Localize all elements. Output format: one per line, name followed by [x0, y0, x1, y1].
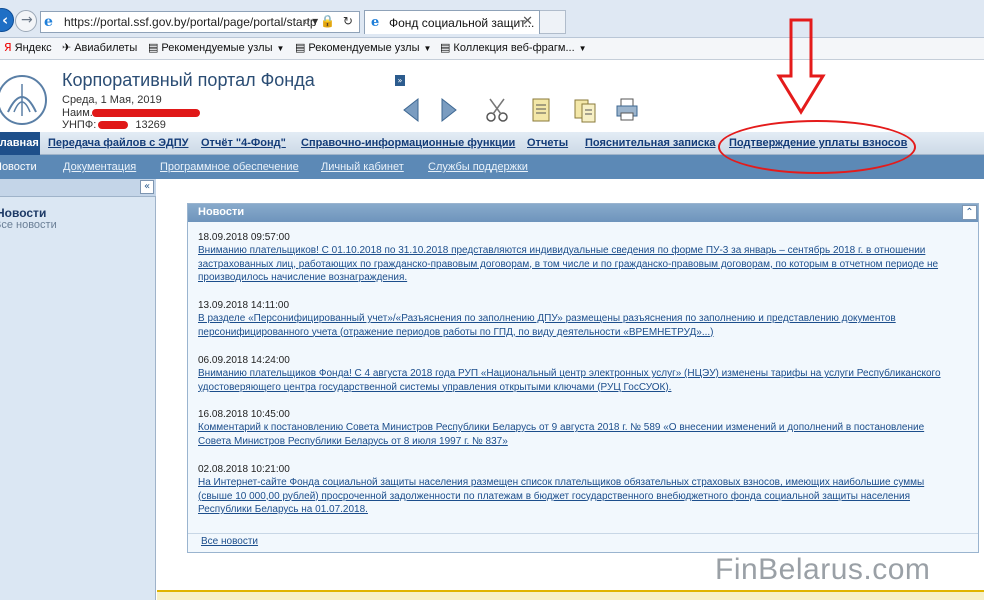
page-icon: ▤ — [295, 41, 306, 54]
chevron-down-icon: ▼ — [578, 44, 587, 53]
subnav-item-software[interactable]: Программное обеспечение — [160, 161, 299, 173]
browser-toolbar: ‹ → e https://portal.ssf.gov.by/portal/p… — [0, 0, 984, 38]
address-bar[interactable]: e https://portal.ssf.gov.by/portal/page/… — [40, 11, 360, 33]
nav-item-reference-functions[interactable]: Справочно-информационные функции — [301, 137, 515, 149]
bottom-notice-strip — [157, 590, 984, 600]
news-item: 06.09.2018 14:24:00 Вниманию плательщико… — [198, 354, 958, 394]
sidebar-link-all-news[interactable]: Все новости — [0, 219, 57, 231]
favorite-yandex[interactable]: Я Яндекс — [4, 41, 52, 54]
news-divider — [188, 533, 978, 534]
chevron-down-icon: ▼ — [276, 44, 285, 53]
redaction-mark — [92, 109, 200, 117]
yandex-icon: Я — [4, 41, 12, 54]
favorite-recommended-1[interactable]: ▤ Рекомендуемые узлы ▼ — [148, 41, 284, 54]
expand-button[interactable]: » — [395, 75, 405, 86]
back-arrow-icon: ‹ — [2, 11, 9, 29]
news-item: 16.08.2018 10:45:00 Комментарий к постан… — [198, 408, 958, 448]
news-item: 13.09.2018 14:11:00 В разделе «Персонифи… — [198, 299, 958, 339]
close-tab-icon[interactable]: ✕ — [522, 14, 533, 29]
news-link[interactable]: Вниманию плательщиков! С 01.10.2018 по 3… — [198, 244, 958, 285]
sidebar-title: Новости — [0, 206, 47, 220]
nav-item-home[interactable]: Главная — [0, 132, 40, 155]
watermark: FinBelarus.com — [715, 553, 931, 586]
scissors-icon[interactable] — [484, 96, 510, 124]
redaction-mark — [98, 121, 128, 129]
document-icon[interactable] — [528, 96, 554, 124]
subnav-item-news[interactable]: Новости — [0, 161, 37, 173]
nav-item-reports[interactable]: Отчеты — [527, 137, 568, 149]
subnav-item-personal-cabinet[interactable]: Личный кабинет — [321, 161, 404, 173]
printer-icon[interactable] — [614, 96, 640, 124]
all-news-link[interactable]: Все новости — [201, 536, 258, 547]
ie-tab-icon: e — [371, 15, 380, 30]
news-panel: Новости ⌃ 18.09.2018 09:57:00 Вниманию п… — [187, 203, 979, 553]
nav-item-report-4fond[interactable]: Отчёт "4-Фонд" — [201, 137, 286, 149]
screenshot-root: ‹ → e https://portal.ssf.gov.by/portal/p… — [0, 0, 984, 600]
new-tab-button[interactable] — [540, 10, 566, 34]
back-button[interactable]: ‹ — [0, 8, 14, 32]
sidebar-collapse-bar: « — [0, 179, 156, 197]
collapse-sidebar-button[interactable]: « — [140, 180, 154, 194]
portal-title: Корпоративный портал Фонда — [62, 70, 315, 90]
news-item: 02.08.2018 10:21:00 На Интернет-сайте Фо… — [198, 463, 958, 517]
news-date: 13.09.2018 14:11:00 — [198, 300, 290, 311]
page-icon: ▤ — [440, 41, 451, 54]
page-icon: ▤ — [148, 41, 159, 54]
news-date: 02.08.2018 10:21:00 — [198, 464, 290, 475]
forward-button[interactable]: → — [15, 10, 37, 32]
forward-arrow-icon: → — [21, 12, 33, 28]
tab-title: Фонд социальной защит... — [389, 16, 535, 30]
news-date: 16.08.2018 10:45:00 — [198, 409, 290, 420]
sidebar: « Новости Все новости — [0, 179, 156, 600]
collapse-panel-button[interactable]: ⌃ — [962, 205, 977, 220]
chevron-down-icon: ▼ — [423, 44, 432, 53]
favorite-avia[interactable]: ✈ Авиабилеты — [62, 41, 137, 54]
news-link[interactable]: В разделе «Персонифицированный учет»/«Ра… — [198, 312, 958, 339]
back-arrow-icon[interactable] — [398, 96, 424, 124]
forward-arrow-icon[interactable] — [436, 96, 462, 124]
news-item: 18.09.2018 09:57:00 Вниманию плательщико… — [198, 231, 958, 285]
address-url[interactable]: https://portal.ssf.gov.by/portal/page/po… — [64, 15, 317, 29]
documents-icon[interactable] — [572, 96, 598, 124]
address-actions[interactable]: ⌕▾🔒 ↻ — [303, 14, 355, 29]
highlight-ellipse — [718, 120, 916, 174]
news-date: 06.09.2018 14:24:00 — [198, 355, 290, 366]
nav-item-file-transfer[interactable]: Передача файлов с ЭДПУ — [48, 137, 188, 149]
portal-date: Среда, 1 Мая, 2019 — [62, 94, 162, 106]
favorite-webslices[interactable]: ▤ Коллекция веб-фрагм... ▼ — [440, 41, 587, 54]
news-link[interactable]: Вниманию плательщиков Фонда! С 4 августа… — [198, 367, 958, 394]
news-panel-title: Новости — [198, 206, 245, 218]
red-arrow-annotation — [776, 18, 826, 115]
news-link[interactable]: Комментарий к постановлению Совета Минис… — [198, 421, 958, 448]
news-date: 18.09.2018 09:57:00 — [198, 232, 290, 243]
browser-tab[interactable]: e Фонд социальной защит... ✕ — [364, 10, 540, 34]
subnav-item-support[interactable]: Службы поддержки — [428, 161, 528, 173]
fund-logo-icon — [0, 75, 47, 125]
news-link[interactable]: На Интернет-сайте Фонда социальной защит… — [198, 476, 958, 517]
airplane-icon: ✈ — [62, 41, 72, 54]
news-panel-header: Новости ⌃ — [188, 204, 978, 222]
nav-item-explanatory-note[interactable]: Пояснительная записка — [585, 137, 716, 149]
ie-logo-icon: e — [44, 14, 53, 30]
favorites-bar: Я Яндекс ✈ Авиабилеты ▤ Рекомендуемые узлы ▼… — [0, 38, 984, 60]
favorite-recommended-2[interactable]: ▤ Рекомендуемые узлы ▼ — [295, 41, 431, 54]
subnav-item-documentation[interactable]: Документация — [63, 161, 136, 173]
